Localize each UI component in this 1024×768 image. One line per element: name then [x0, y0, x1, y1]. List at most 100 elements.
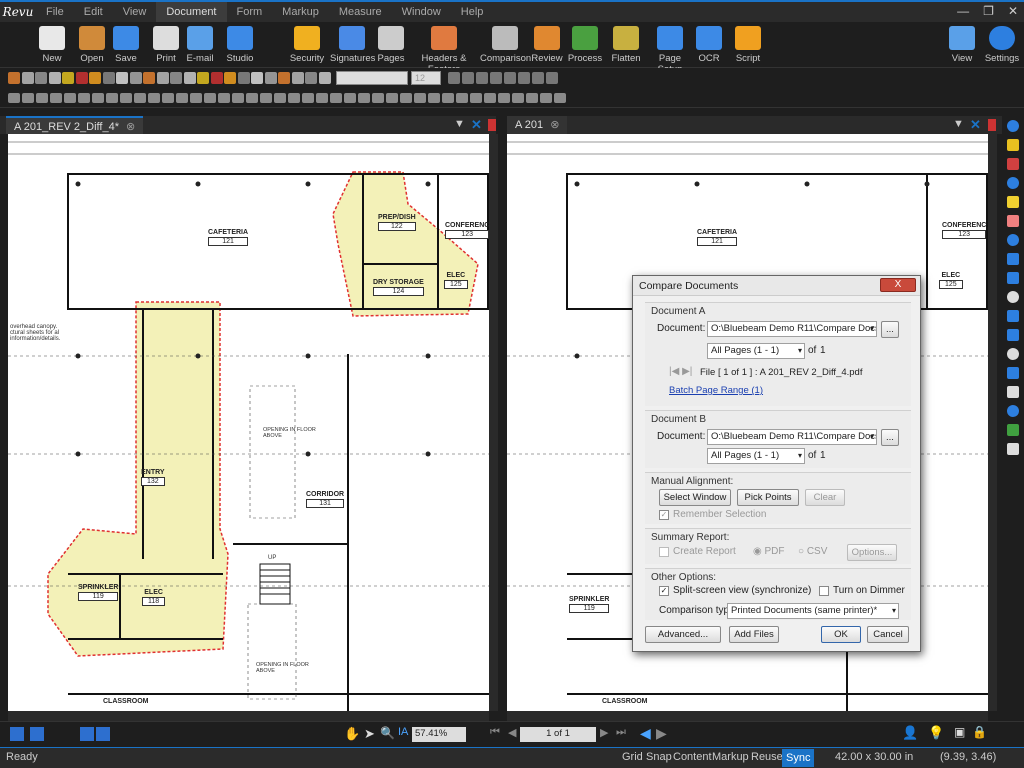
drawing-tool-icon[interactable] [316, 93, 328, 103]
drawing-tool-icon[interactable] [470, 93, 482, 103]
markup-tool-icon[interactable] [1007, 424, 1019, 436]
drawing-tool-icon[interactable] [386, 93, 398, 103]
user-icon[interactable]: 👤 [902, 725, 918, 741]
markup-tool-icon[interactable] [1007, 310, 1019, 322]
drawing-tool-icon[interactable] [358, 93, 370, 103]
scrollbar-right-vertical[interactable] [988, 134, 997, 711]
drawing-tool-icon[interactable] [288, 93, 300, 103]
ribbon-security[interactable]: Security [285, 26, 329, 64]
drawing-tool-icon[interactable] [148, 93, 160, 103]
toolbar-tool-icon[interactable] [170, 72, 182, 84]
ribbon-process[interactable]: Process [565, 26, 605, 64]
document-a-pages-select[interactable]: All Pages (1 - 1) [707, 343, 805, 359]
drawing-tool-icon[interactable] [246, 93, 258, 103]
select-window-button[interactable]: Select Window [659, 489, 731, 506]
ribbon-studio[interactable]: Studio [220, 26, 260, 64]
document-b-pages-select[interactable]: All Pages (1 - 1) [707, 448, 805, 464]
toolbar-tool-icon[interactable] [35, 72, 47, 84]
ribbon-signatures[interactable]: Signatures [330, 26, 375, 64]
markup-tool-icon[interactable] [1007, 215, 1019, 227]
drawing-tool-icon[interactable] [162, 93, 174, 103]
close-icon[interactable]: ✕ [1008, 4, 1018, 18]
menu-edit[interactable]: Edit [74, 2, 113, 22]
ribbon-e-mail[interactable]: E-mail [180, 26, 220, 64]
toolbar-tool-icon[interactable] [48, 72, 61, 84]
drawing-tool-icon[interactable] [414, 93, 426, 103]
document-a-path-select[interactable]: O:\Bluebeam Demo R11\Compare Docs\A 2 [707, 321, 877, 337]
revu-logo[interactable]: Revu [0, 5, 36, 19]
document-b-browse-button[interactable]: ... [881, 429, 899, 446]
toolbar-tool-icon[interactable] [224, 72, 236, 84]
minimize-icon[interactable]: — [957, 4, 969, 18]
options-button[interactable]: Options... [847, 544, 897, 561]
csv-radio[interactable]: ○ CSV [798, 546, 827, 557]
dialog-close-button[interactable]: X [880, 278, 916, 292]
toolbar-tool-icon[interactable] [264, 72, 277, 84]
pdf-icon[interactable]: ▣ [954, 725, 965, 739]
text-select-icon[interactable]: IA [398, 726, 408, 738]
toolbar-tool-icon[interactable] [210, 72, 223, 84]
drawing-tool-icon[interactable] [330, 93, 342, 103]
drawing-tool-icon[interactable] [36, 93, 48, 103]
status-toggle-sync[interactable]: Sync [782, 749, 815, 767]
lock-icon[interactable]: 🔒 [972, 725, 987, 739]
tab-left-document[interactable]: A 201_REV 2_Diff_4* ⊗ [6, 116, 144, 134]
toolbar-tool-icon[interactable] [278, 72, 290, 84]
create-report-checkbox[interactable] [659, 547, 669, 557]
menu-document[interactable]: Document [156, 2, 227, 22]
toolbar-tool-icon[interactable] [318, 72, 331, 84]
text-format-icon[interactable] [476, 72, 488, 84]
markup-tool-icon[interactable] [1007, 329, 1019, 341]
scrollbar-left-vertical[interactable] [489, 134, 498, 711]
document-a-browse-button[interactable]: ... [881, 321, 899, 338]
markup-tool-icon[interactable] [1007, 196, 1019, 208]
ribbon-ocr[interactable]: OCR [694, 26, 724, 64]
toolbar-tool-icon[interactable] [291, 72, 304, 84]
tab-dropdown-icon[interactable]: ▼ [953, 118, 964, 130]
toolbar-tool-icon[interactable] [143, 72, 155, 84]
text-format-icon[interactable] [504, 72, 516, 84]
split-screen-checkbox[interactable]: ✓ [659, 586, 669, 596]
menu-markup[interactable]: Markup [272, 2, 329, 22]
drawing-tool-icon[interactable] [232, 93, 244, 103]
toolbar-tool-icon[interactable] [89, 72, 101, 84]
first-page-icon[interactable]: ⏮ [490, 726, 500, 739]
toolbar-tool-icon[interactable] [102, 72, 115, 84]
markup-tool-icon[interactable] [1007, 177, 1019, 189]
ribbon-comparison[interactable]: Comparison [480, 26, 531, 64]
toolbar-tool-icon[interactable] [116, 72, 128, 84]
markup-tool-icon[interactable] [1007, 272, 1019, 284]
drawing-tool-icon[interactable] [218, 93, 230, 103]
remember-selection-checkbox[interactable]: ✓ [659, 510, 669, 520]
drawing-tool-icon[interactable] [400, 93, 412, 103]
ribbon-script[interactable]: Script [730, 26, 766, 64]
markup-tool-icon[interactable] [1007, 405, 1019, 417]
tab-dropdown-icon[interactable]: ▼ [454, 118, 465, 130]
scrollbar-right-horizontal[interactable] [507, 711, 988, 721]
clear-button[interactable]: Clear [805, 489, 845, 506]
drawing-tool-icon[interactable] [120, 93, 132, 103]
text-format-icon[interactable] [448, 72, 460, 84]
toolbar-tool-icon[interactable] [75, 72, 88, 84]
lightbulb-icon[interactable]: 💡 [928, 725, 944, 741]
drawing-tool-icon[interactable] [344, 93, 356, 103]
tab-close-icon[interactable]: ⊗ [126, 121, 135, 133]
drawing-tool-icon[interactable] [106, 93, 118, 103]
last-page-icon[interactable]: ⏭ [616, 726, 626, 739]
prev-file-icon[interactable]: |◀ ▶| [669, 366, 692, 377]
drawing-tool-icon[interactable] [134, 93, 146, 103]
prev-page-icon[interactable]: ◀ [508, 726, 516, 739]
tab-close-x-icon[interactable]: ✕ [471, 117, 482, 133]
drawing-tool-icon[interactable] [204, 93, 216, 103]
text-format-icon[interactable] [490, 72, 502, 84]
markup-tool-icon[interactable] [1007, 367, 1019, 379]
drawing-tool-icon[interactable] [302, 93, 314, 103]
drawing-tool-icon[interactable] [260, 93, 272, 103]
text-format-icon[interactable] [518, 72, 530, 84]
text-format-icon[interactable] [462, 72, 474, 84]
toolbar-tool-icon[interactable] [251, 72, 263, 84]
menu-form[interactable]: Form [227, 2, 273, 22]
status-toggle-reuse[interactable]: Reuse [751, 751, 783, 763]
ribbon-settings[interactable]: Settings [984, 26, 1020, 64]
drawing-tool-icon[interactable] [78, 93, 90, 103]
